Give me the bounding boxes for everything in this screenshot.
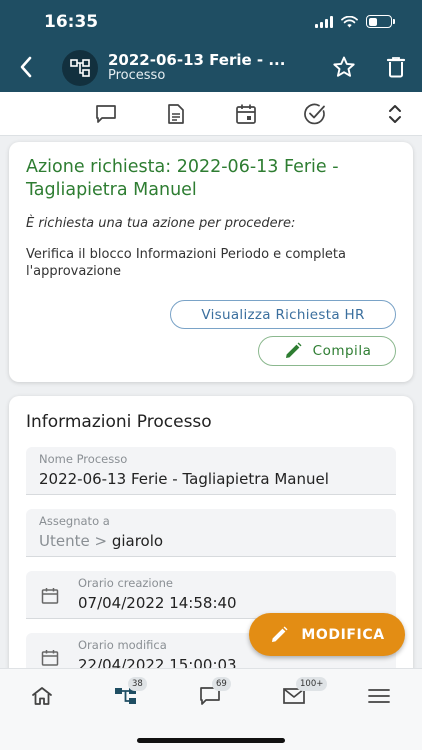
page-subtitle: Processo bbox=[108, 68, 166, 83]
status-icons bbox=[315, 15, 395, 28]
calendar-icon bbox=[236, 104, 256, 124]
status-bar: 16:35 bbox=[0, 0, 422, 44]
favorite-button[interactable] bbox=[331, 54, 357, 80]
processes-badge: 38 bbox=[128, 677, 147, 691]
field-value: Utente > giarolo bbox=[39, 532, 163, 550]
star-icon bbox=[333, 56, 355, 77]
mail-badge: 100+ bbox=[296, 677, 328, 691]
field-value: 07/04/2022 14:58:40 bbox=[78, 594, 237, 612]
compila-label: Compila bbox=[312, 343, 372, 359]
trash-icon bbox=[386, 57, 406, 78]
created-time-field[interactable]: Orario creazione 07/04/2022 14:58:40 bbox=[26, 571, 396, 619]
nav-menu[interactable] bbox=[359, 681, 399, 711]
wifi-icon bbox=[341, 15, 358, 27]
home-indicator bbox=[137, 738, 285, 743]
calendar-icon bbox=[41, 588, 59, 604]
action-description: Verifica il blocco Informazioni Periodo … bbox=[26, 247, 346, 279]
calendar-button[interactable] bbox=[233, 101, 259, 127]
back-button[interactable] bbox=[12, 52, 40, 82]
assignee-name: giarolo bbox=[111, 532, 164, 550]
document-button[interactable] bbox=[163, 101, 189, 127]
nav-messages[interactable]: 69 bbox=[190, 677, 231, 711]
action-title: Azione richiesta: 2022-06-13 Ferie - Tag… bbox=[26, 157, 339, 200]
document-icon bbox=[168, 104, 184, 124]
approve-button[interactable] bbox=[302, 101, 328, 127]
compila-button[interactable]: Compila bbox=[258, 336, 396, 366]
process-flow-icon bbox=[70, 59, 90, 77]
battery-icon bbox=[366, 15, 395, 28]
status-time: 16:35 bbox=[44, 12, 99, 32]
home-icon bbox=[32, 687, 52, 705]
modifica-fab-button[interactable]: MODIFICA bbox=[249, 613, 405, 656]
chat-bubble-icon bbox=[96, 105, 116, 123]
chevron-left-icon bbox=[20, 56, 32, 78]
pencil-icon bbox=[285, 342, 302, 358]
hamburger-menu-icon bbox=[368, 689, 390, 703]
pencil-icon bbox=[272, 626, 288, 642]
app-header: 16:35 2022-06-13 Ferie - ... Processo bbox=[0, 0, 422, 92]
calendar-icon bbox=[41, 650, 59, 666]
action-required-card: Azione richiesta: 2022-06-13 Ferie - Tag… bbox=[9, 142, 413, 382]
field-value: 2022-06-13 Ferie - Tagliapietra Manuel bbox=[39, 470, 329, 488]
delete-button[interactable] bbox=[383, 54, 409, 80]
comments-button[interactable] bbox=[93, 101, 119, 127]
field-label: Orario modifica bbox=[78, 638, 167, 652]
expand-collapse-button[interactable] bbox=[382, 101, 408, 127]
action-prompt: È richiesta una tua azione per procedere… bbox=[26, 216, 296, 231]
signal-icon bbox=[315, 15, 333, 28]
check-circle-icon bbox=[304, 103, 325, 125]
unfold-icon bbox=[389, 105, 401, 123]
assignee-type: Utente > bbox=[39, 532, 108, 550]
field-label: Assegnato a bbox=[39, 514, 110, 528]
field-label: Orario creazione bbox=[78, 576, 173, 590]
modifica-label: MODIFICA bbox=[301, 626, 385, 643]
page-title: 2022-06-13 Ferie - ... bbox=[108, 51, 286, 69]
assigned-to-field[interactable]: Assegnato a Utente > giarolo bbox=[26, 509, 396, 557]
process-name-field[interactable]: Nome Processo 2022-06-13 Ferie - Tagliap… bbox=[26, 447, 396, 495]
toolbar bbox=[0, 92, 422, 136]
messages-badge: 69 bbox=[212, 677, 231, 691]
info-title: Informazioni Processo bbox=[26, 412, 212, 432]
view-hr-request-button[interactable]: Visualizza Richiesta HR bbox=[170, 300, 396, 329]
field-label: Nome Processo bbox=[39, 452, 128, 466]
nav-mail[interactable]: 100+ bbox=[274, 677, 328, 711]
nav-home[interactable] bbox=[22, 681, 62, 711]
nav-processes[interactable]: 38 bbox=[106, 677, 147, 711]
process-avatar bbox=[62, 50, 98, 86]
